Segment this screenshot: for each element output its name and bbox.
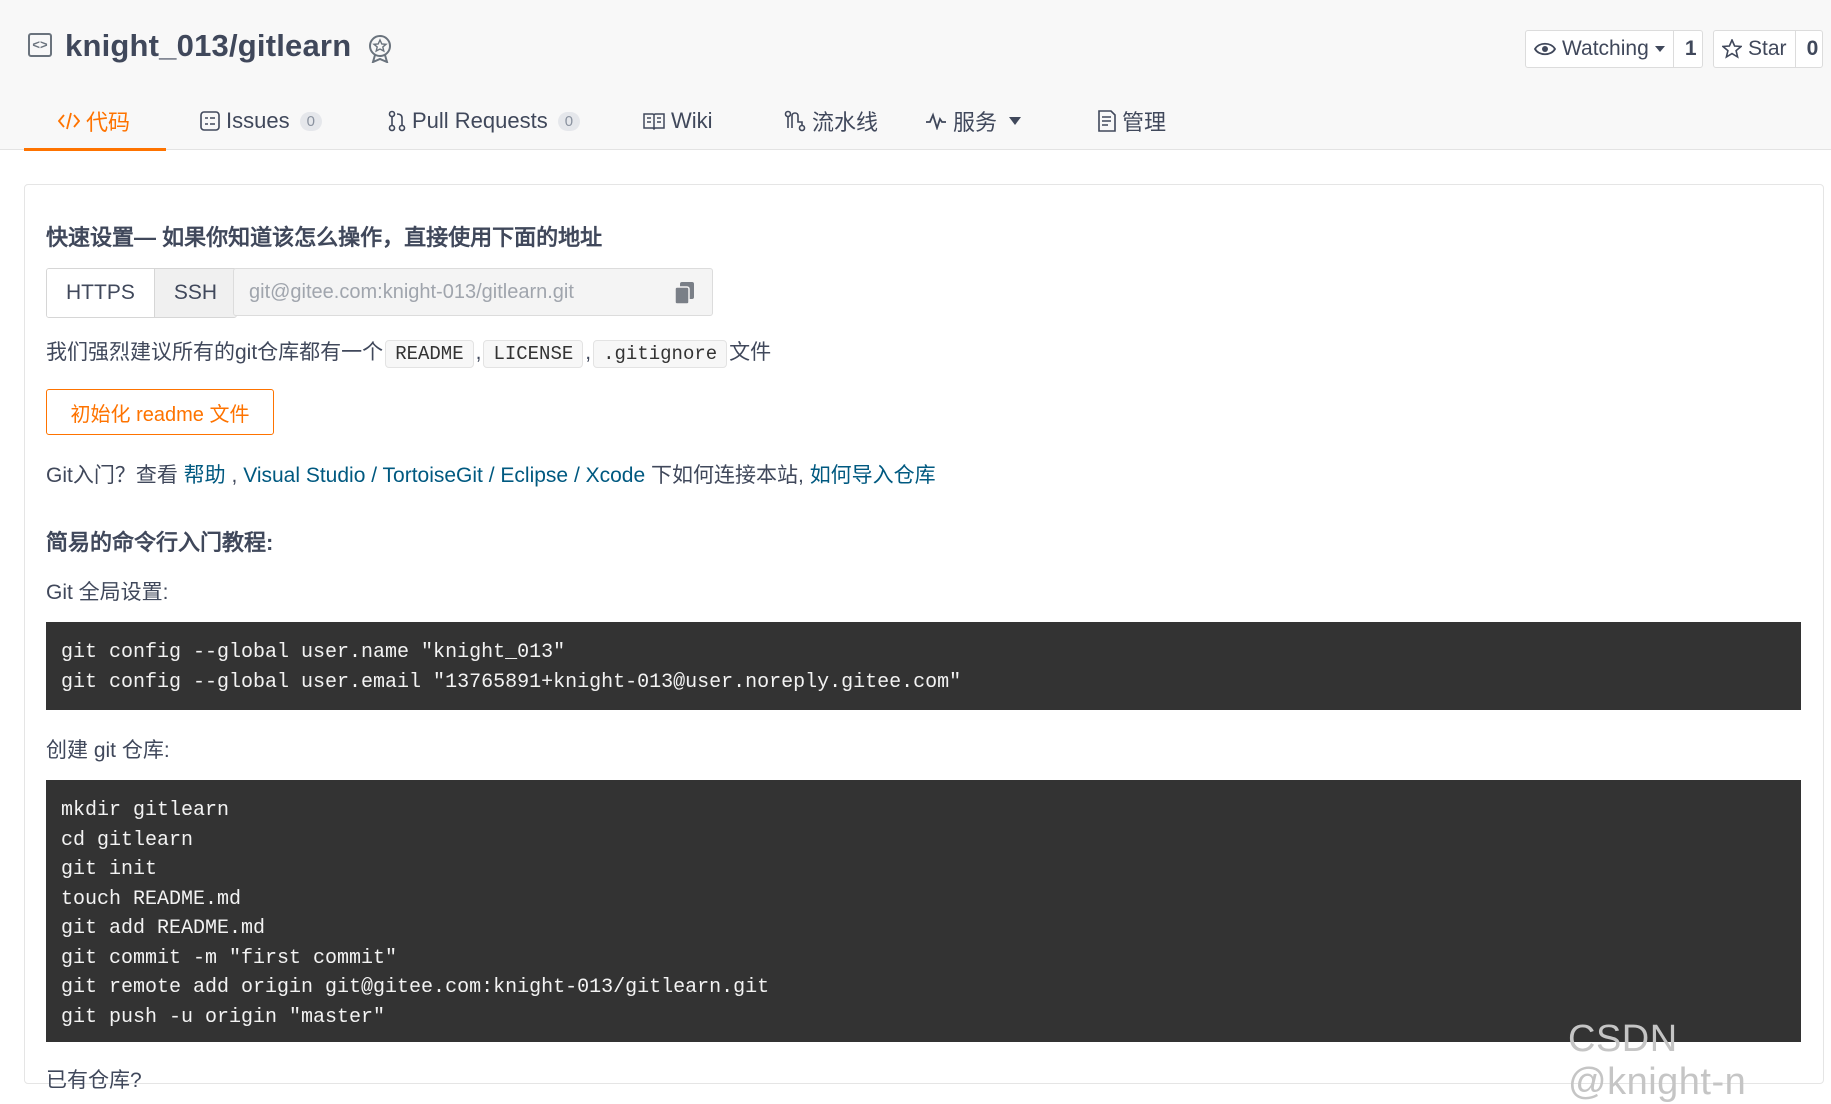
xcode-link[interactable]: Xcode bbox=[586, 464, 646, 487]
protocol-toggle: HTTPS SSH bbox=[46, 268, 238, 318]
tab-wiki-label: Wiki bbox=[671, 108, 713, 133]
gitignore-code: .gitignore bbox=[593, 340, 728, 368]
recommend-prefix: 我们强烈建议所有的git仓库都有一个 bbox=[46, 341, 384, 364]
recommend-sep: , bbox=[475, 341, 482, 364]
recommend-text: 我们强烈建议所有的git仓库都有一个 README, LICENSE, .gitign… bbox=[46, 336, 771, 368]
tab-code-label: 代码 bbox=[86, 110, 131, 135]
star-count[interactable]: 0 bbox=[1794, 31, 1830, 67]
tab-services[interactable]: 服务 bbox=[891, 92, 1064, 150]
book-icon bbox=[643, 113, 665, 130]
recommend-suffix: 文件 bbox=[729, 341, 772, 364]
license-code: LICENSE bbox=[483, 340, 584, 368]
verified-badge-icon[interactable] bbox=[365, 33, 395, 63]
existing-repo-label: 已有仓库? bbox=[46, 1069, 142, 1092]
star-button[interactable]: Star bbox=[1714, 31, 1795, 67]
global-settings-code[interactable]: git config --global user.name "knight_01… bbox=[46, 622, 1801, 710]
visual-studio-link[interactable]: Visual Studio bbox=[243, 464, 365, 487]
create-repo-code[interactable]: mkdir gitlearn cd gitlearn git init touc… bbox=[46, 780, 1801, 1042]
watch-group: Watching 1 bbox=[1525, 30, 1703, 68]
help-text: Git入门？查看 帮助 , Visual Studio / TortoiseGi… bbox=[46, 459, 936, 489]
tab-manage[interactable]: 管理 bbox=[1064, 92, 1214, 150]
help-comma: , bbox=[225, 464, 244, 487]
tab-services-label: 服务 bbox=[953, 110, 998, 135]
repo-title[interactable]: knight_013/gitlearn bbox=[65, 28, 351, 64]
watch-button[interactable]: Watching bbox=[1526, 31, 1673, 67]
tab-pipeline[interactable]: 流水线 bbox=[750, 92, 891, 150]
quick-setup-title: 快速设置— 如果你知道该怎么操作，直接使用下面的地址 bbox=[46, 225, 603, 250]
issues-count: 0 bbox=[299, 111, 322, 131]
ssh-button[interactable]: SSH bbox=[153, 269, 237, 317]
copy-icon[interactable] bbox=[674, 281, 696, 305]
star-icon bbox=[1722, 39, 1742, 59]
help-link[interactable]: 帮助 bbox=[184, 464, 226, 487]
help-slash: / bbox=[482, 464, 501, 487]
pulse-icon bbox=[926, 112, 946, 130]
star-group: Star 0 bbox=[1713, 30, 1823, 68]
tab-issues-label: Issues bbox=[226, 108, 290, 133]
watch-count[interactable]: 1 bbox=[1672, 31, 1708, 67]
help-mid: 下如何连接本站, bbox=[645, 464, 810, 487]
tab-pull-requests-label: Pull Requests bbox=[412, 108, 548, 133]
help-slash: / bbox=[365, 464, 383, 487]
eclipse-link[interactable]: Eclipse bbox=[500, 464, 568, 487]
watch-label: Watching bbox=[1562, 37, 1649, 60]
help-prefix: Git入门？查看 bbox=[46, 464, 184, 487]
csdn-watermark: CSDN @knight-n bbox=[1568, 1018, 1747, 1103]
https-button[interactable]: HTTPS bbox=[47, 269, 154, 317]
issues-icon bbox=[200, 111, 220, 131]
pull-requests-count: 0 bbox=[557, 111, 581, 131]
caret-down-icon bbox=[1654, 46, 1665, 52]
global-settings-label: Git 全局设置: bbox=[46, 581, 169, 604]
eye-icon bbox=[1534, 42, 1556, 56]
tab-pipeline-label: 流水线 bbox=[812, 110, 879, 135]
clone-url-field[interactable]: git@gitee.com:knight-013/gitlearn.git bbox=[233, 268, 713, 316]
repo-nav-tabs: 代码 Issues 0 Pull Requests 0 Wiki 流水线 服务 … bbox=[24, 92, 1214, 151]
tab-pull-requests[interactable]: Pull Requests 0 bbox=[354, 92, 609, 150]
code-icon bbox=[58, 112, 80, 130]
create-repo-label: 创建 git 仓库: bbox=[46, 739, 170, 762]
pipeline-icon bbox=[784, 110, 806, 132]
clone-url-text: git@gitee.com:knight-013/gitlearn.git bbox=[249, 280, 574, 303]
manage-icon bbox=[1098, 110, 1116, 132]
init-readme-button[interactable]: 初始化 readme 文件 bbox=[46, 389, 274, 435]
repo-header: <> knight_013/gitlearn Watching 1 Star 0 bbox=[0, 0, 1831, 151]
tab-code[interactable]: 代码 bbox=[24, 92, 166, 151]
tab-wiki[interactable]: Wiki bbox=[609, 92, 750, 150]
readme-code: README bbox=[385, 340, 474, 368]
tortoisegit-link[interactable]: TortoiseGit bbox=[383, 464, 483, 487]
caret-down-icon bbox=[1009, 117, 1022, 125]
pull-request-icon bbox=[388, 110, 406, 132]
tutorial-title: 简易的命令行入门教程: bbox=[46, 530, 274, 555]
help-slash: / bbox=[568, 464, 586, 487]
repo-icon: <> bbox=[28, 33, 52, 57]
tab-issues[interactable]: Issues 0 bbox=[166, 92, 354, 150]
import-repo-link[interactable]: 如何导入仓库 bbox=[810, 464, 936, 487]
recommend-sep: , bbox=[585, 341, 592, 364]
star-label: Star bbox=[1748, 37, 1787, 60]
tab-manage-label: 管理 bbox=[1122, 110, 1167, 135]
